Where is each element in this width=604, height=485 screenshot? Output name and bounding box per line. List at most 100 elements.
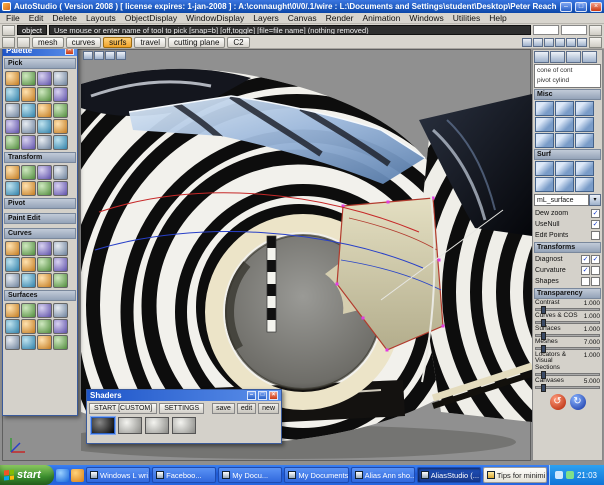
shaders-maximize-icon[interactable]: □ — [258, 391, 267, 400]
palette-tool-icon[interactable] — [37, 165, 52, 180]
task-button[interactable]: Faceboo... — [152, 467, 217, 483]
palette-tool-icon[interactable] — [37, 181, 52, 196]
palette-tool-icon[interactable] — [5, 119, 20, 134]
coordinate-field-y[interactable] — [561, 25, 587, 35]
chevron-down-icon[interactable]: ▾ — [589, 193, 601, 206]
palette-tool-icon[interactable] — [21, 103, 36, 118]
panel-tool-icon[interactable] — [550, 51, 565, 63]
palette-tool-icon[interactable] — [53, 241, 68, 256]
palette-tool-icon[interactable] — [53, 135, 68, 150]
shaders-minimize-icon[interactable]: – — [247, 391, 256, 400]
slider-thumb[interactable] — [541, 370, 547, 379]
network-icon[interactable] — [565, 471, 574, 479]
menu-item[interactable]: Windows — [409, 13, 443, 23]
panel-cube-icon[interactable] — [535, 116, 554, 132]
panel-tool-icon[interactable] — [566, 51, 581, 63]
palette-tool-icon[interactable] — [5, 319, 20, 334]
shelf-tab[interactable]: cutting plane — [168, 36, 226, 48]
slider-groove[interactable] — [535, 331, 600, 340]
menu-item[interactable]: ObjectDisplay — [125, 13, 177, 23]
palette-tool-icon[interactable] — [21, 241, 36, 256]
palette-tool-icon[interactable] — [37, 103, 52, 118]
panel-cube-icon[interactable] — [575, 116, 594, 132]
shaders-close-icon[interactable]: × — [269, 391, 278, 400]
result-set-list[interactable]: cone of cont pivot cylind — [534, 64, 601, 88]
viewport-toolbar-icon[interactable] — [105, 51, 115, 60]
shelf-tab[interactable]: mesh — [32, 36, 64, 48]
slider-thumb[interactable] — [541, 331, 547, 340]
window-toggle-icon[interactable] — [589, 36, 602, 48]
clock[interactable]: 21:03 — [577, 471, 597, 480]
task-button[interactable]: Tips for minimi... — [482, 467, 547, 483]
menu-item[interactable]: Delete — [52, 13, 77, 23]
maximize-button[interactable]: □ — [575, 1, 587, 12]
slider-groove[interactable] — [535, 370, 600, 379]
palette-tool-icon[interactable] — [37, 335, 52, 350]
palette-tool-icon[interactable] — [21, 165, 36, 180]
palette-tool-icon[interactable] — [21, 135, 36, 150]
diagnostic-checkbox-1[interactable]: ✓ — [581, 254, 590, 264]
panel-cube-icon[interactable] — [555, 160, 574, 176]
snap-icon[interactable] — [566, 37, 576, 47]
internet-explorer-icon[interactable] — [56, 468, 69, 482]
palette-tool-icon[interactable] — [37, 303, 52, 318]
palette-tool-icon[interactable] — [5, 71, 20, 86]
palette-tool-icon[interactable] — [5, 181, 20, 196]
diagnostic-checkbox-2[interactable] — [591, 265, 600, 275]
palette-section-header[interactable]: Curves — [4, 228, 76, 239]
shaders-button[interactable]: edit — [236, 403, 257, 414]
panel-cube-icon[interactable] — [575, 176, 594, 192]
palette-tool-icon[interactable] — [21, 303, 36, 318]
panel-cube-icon[interactable] — [575, 160, 594, 176]
slider-thumb[interactable] — [541, 344, 547, 353]
panel-cube-icon[interactable] — [555, 100, 574, 116]
slider-value[interactable]: 1.000 — [584, 300, 600, 307]
palette-tool-icon[interactable] — [53, 181, 68, 196]
lock-icon[interactable] — [2, 36, 15, 48]
shelf-tab[interactable]: surfs — [103, 36, 133, 48]
prompt-history-icon[interactable] — [2, 24, 15, 36]
palette-tool-icon[interactable] — [21, 181, 36, 196]
slider-thumb[interactable] — [541, 305, 547, 314]
panel-cube-icon[interactable] — [575, 132, 594, 148]
palette-tool-icon[interactable] — [5, 335, 20, 350]
palette-tool-icon[interactable] — [53, 335, 68, 350]
panel-section-header[interactable]: Misc — [534, 88, 601, 100]
snap-icon[interactable] — [533, 37, 543, 47]
slider-value[interactable]: 5.000 — [584, 378, 600, 385]
palette-tool-icon[interactable] — [37, 135, 52, 150]
volume-icon[interactable] — [554, 471, 563, 479]
palette-section-header[interactable]: Paint Edit — [4, 213, 76, 224]
panel-cube-icon[interactable] — [535, 132, 554, 148]
start-button[interactable]: start — [0, 465, 54, 485]
shaders-tab[interactable]: START [CUSTOM] — [89, 403, 158, 414]
menu-item[interactable]: File — [6, 13, 20, 23]
diagnostic-checkbox-1[interactable] — [581, 276, 590, 286]
slider-groove[interactable] — [535, 305, 600, 314]
palette-tool-icon[interactable] — [53, 87, 68, 102]
shaders-tab[interactable]: SETTINGS — [159, 403, 205, 414]
palette-tool-icon[interactable] — [37, 241, 52, 256]
palette-section-header[interactable]: Transform — [4, 152, 76, 163]
slider-groove[interactable] — [535, 344, 600, 353]
menu-item[interactable]: Utilities — [453, 13, 480, 23]
palette-tool-icon[interactable] — [5, 87, 20, 102]
snap-icon[interactable] — [544, 37, 554, 47]
palette-tool-icon[interactable] — [5, 303, 20, 318]
panel-cube-icon[interactable] — [575, 100, 594, 116]
palette-section-header[interactable]: Pivot — [4, 198, 76, 209]
palette-tool-icon[interactable] — [37, 257, 52, 272]
diagnostic-checkbox-2[interactable]: ✓ — [591, 254, 600, 264]
diagnostic-shade-red-icon[interactable]: ↺ — [549, 393, 566, 410]
palette-tool-icon[interactable] — [5, 103, 20, 118]
panel-cube-icon[interactable] — [555, 132, 574, 148]
palette-tool-icon[interactable] — [53, 119, 68, 134]
diagnostic-shade-blue-icon[interactable]: ↻ — [569, 393, 586, 410]
slider-value[interactable]: 1.000 — [584, 313, 600, 320]
toggle-checkbox[interactable]: ✓ — [591, 208, 600, 218]
palette-tool-icon[interactable] — [53, 165, 68, 180]
palette-tool-icon[interactable] — [53, 319, 68, 334]
coordinate-field-x[interactable] — [533, 25, 559, 35]
toggle-checkbox[interactable] — [591, 230, 600, 240]
panel-cube-icon[interactable] — [555, 116, 574, 132]
